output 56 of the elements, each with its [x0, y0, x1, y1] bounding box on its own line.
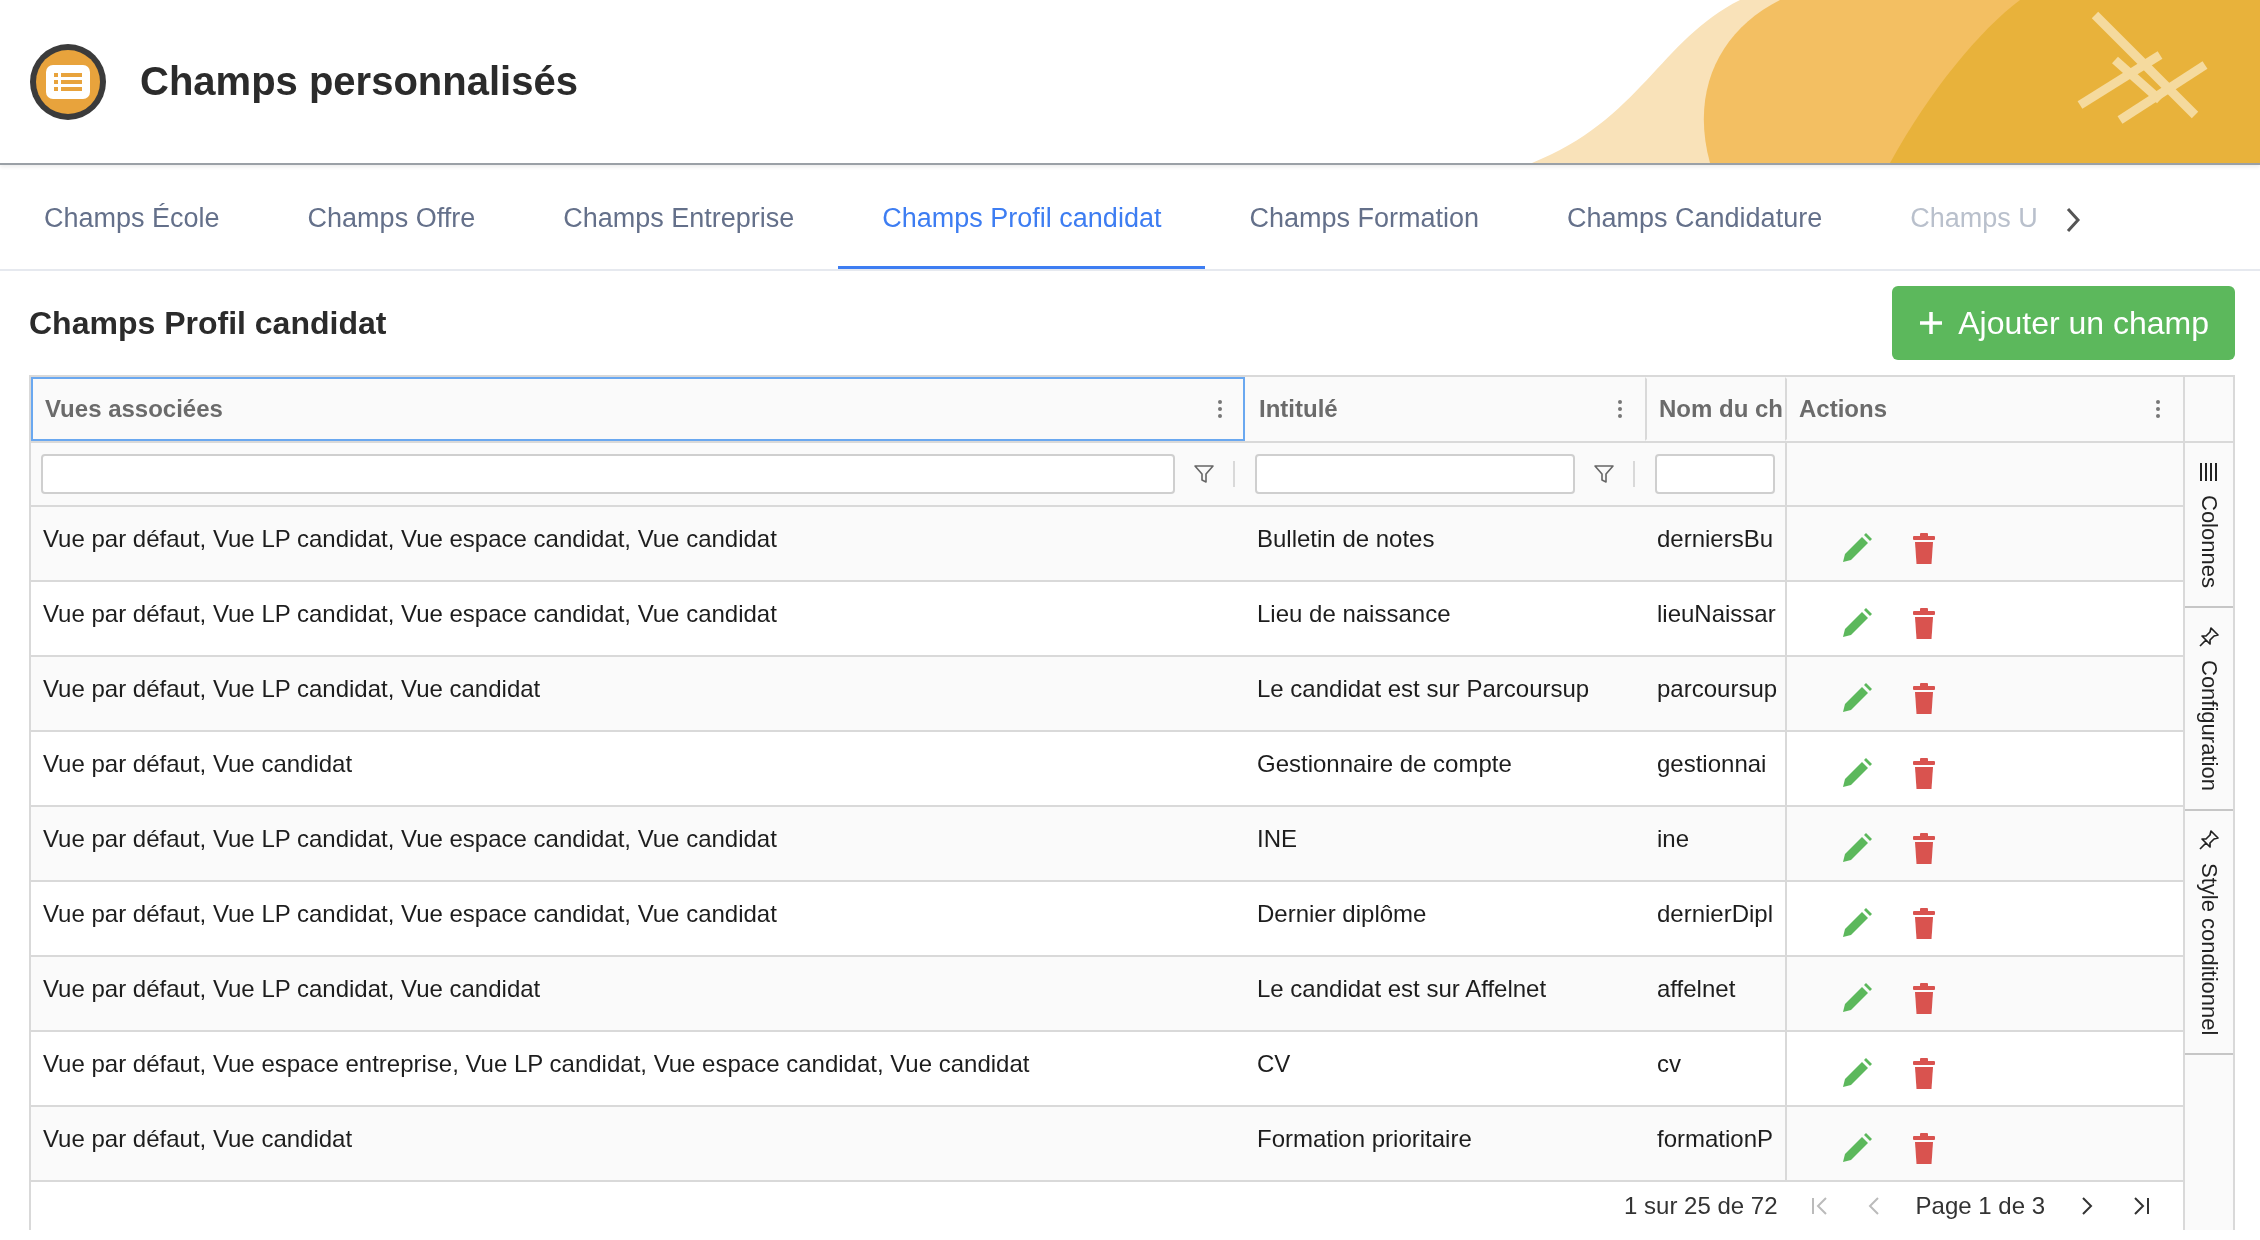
page-title: Champs personnalisés: [140, 59, 578, 104]
list-logo-icon: [28, 41, 108, 122]
table-cell-text: Vue par défaut, Vue candidat: [42, 1124, 354, 1154]
filter-field[interactable]: [41, 454, 1175, 494]
column-header[interactable]: Vues associées: [31, 377, 1245, 441]
side-panel-tab[interactable]: Style conditionnel: [2185, 810, 2233, 1056]
table-cell-text: lieuNaissar: [1656, 599, 1777, 629]
table-cell-text: Vue par défaut, Vue espace entreprise, Vue LP candidat, Vue espace candidat, Vue candidat: [42, 1049, 1031, 1079]
table-cell-text: Vue par défaut, Vue LP candidat, Vue candidat: [42, 674, 542, 704]
column-menu-icon[interactable]: [1217, 399, 1223, 419]
table-cell-text: Vue par défaut, Vue candidat: [42, 749, 354, 779]
table-cell-text: INE: [1256, 824, 1298, 854]
table-cell-text: CV: [1256, 1049, 1292, 1079]
filter-field[interactable]: [1655, 454, 1775, 494]
table-cell-text: derniersBu: [1656, 524, 1775, 554]
table-cell-text: formationP: [1656, 1124, 1775, 1154]
table-cell-text: Bulletin de notes: [1256, 524, 1436, 554]
page-indicator: Page 1 de 3: [1915, 1192, 2045, 1220]
side-panel-tab[interactable]: Configuration: [2185, 607, 2233, 811]
table-cell-text: Lieu de naissance: [1256, 599, 1452, 629]
tab[interactable]: Champs Offre: [263, 171, 520, 269]
table-cell-text: affelnet: [1656, 974, 1737, 1004]
column-menu-icon[interactable]: [2155, 399, 2161, 419]
pin-icon: [2198, 625, 2220, 648]
tab[interactable]: Champs Entreprise: [519, 171, 839, 269]
pin-icon: [2198, 828, 2220, 851]
column-menu-icon[interactable]: [1617, 399, 1623, 419]
plus-icon: [1918, 310, 1945, 336]
table-cell-text: Vue par défaut, Vue LP candidat, Vue espace candidat, Vue candidat: [42, 599, 778, 629]
tab[interactable]: Champs École: [0, 171, 264, 269]
filter-field[interactable]: [1255, 454, 1575, 494]
table-cell-text: Gestionnaire de compte: [1256, 749, 1513, 779]
columns-icon: [2198, 461, 2220, 483]
section-title: Champs Profil candidat: [29, 304, 387, 342]
table-cell-text: Le candidat est sur Parcoursup: [1256, 674, 1591, 704]
table-cell-text: Dernier diplôme: [1256, 899, 1428, 929]
table-cell-text: ine: [1656, 824, 1691, 854]
table-cell-text: dernierDipl: [1656, 899, 1775, 929]
side-panel-tab[interactable]: Colonnes: [2185, 443, 2233, 608]
tab[interactable]: Champs Profil candidat: [838, 171, 1206, 269]
table-cell-text: Formation prioritaire: [1256, 1124, 1473, 1154]
table-cell-text: Le candidat est sur Affelnet: [1256, 974, 1548, 1004]
column-header[interactable]: Nom du ch: [1645, 377, 1785, 441]
filter-icon[interactable]: [1193, 463, 1215, 485]
table-cell-text: Vue par défaut, Vue LP candidat, Vue candidat: [42, 974, 542, 1004]
table-cell-text: parcoursup: [1656, 674, 1779, 704]
table-cell-text: Vue par défaut, Vue LP candidat, Vue espace candidat, Vue candidat: [42, 524, 778, 554]
tab[interactable]: Champs Formation: [1205, 171, 1523, 269]
pagination-summary: 1 sur 25 de 72: [1624, 1192, 1778, 1220]
table-cell-text: Vue par défaut, Vue LP candidat, Vue espace candidat, Vue candidat: [42, 899, 778, 929]
table-cell-text: cv: [1656, 1049, 1682, 1079]
table-cell-text: Vue par défaut, Vue LP candidat, Vue espace candidat, Vue candidat: [42, 824, 778, 854]
filter-icon[interactable]: [1593, 463, 1615, 485]
column-header[interactable]: Intitulé: [1245, 377, 1645, 441]
table-cell-text: gestionnai: [1656, 749, 1768, 779]
tab[interactable]: Champs Candidature: [1523, 171, 1867, 269]
